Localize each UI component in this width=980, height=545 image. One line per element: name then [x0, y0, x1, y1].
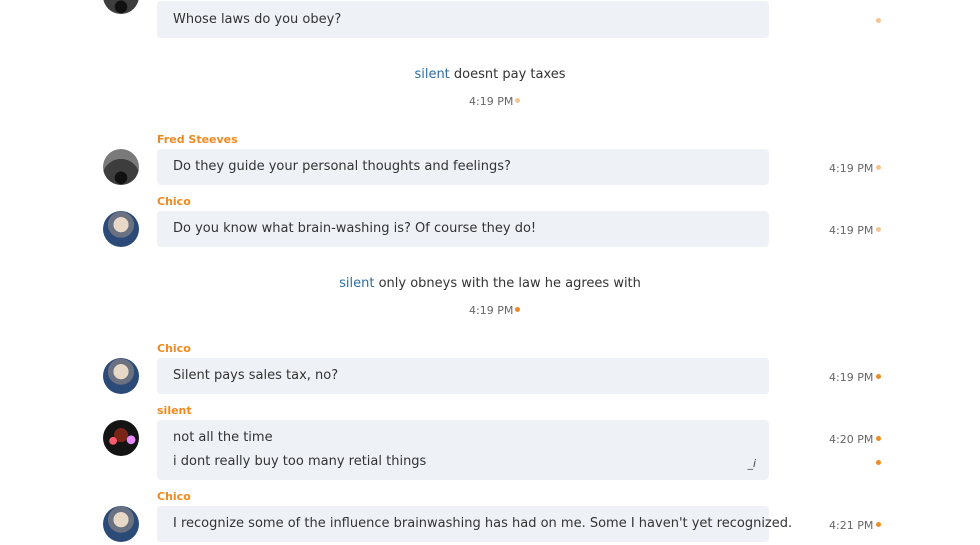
message-author[interactable]: Fred Steeves	[157, 133, 238, 146]
message-bubble: Do they guide your personal thoughts and…	[157, 149, 769, 185]
message-text: Do you know what brain-washing is? Of co…	[173, 221, 537, 236]
message-text: Silent pays sales tax, no?	[173, 368, 339, 383]
status-dot	[876, 460, 881, 465]
system-text: doesnt pay taxes	[449, 67, 566, 82]
avatar[interactable]	[103, 506, 139, 542]
avatar[interactable]	[103, 358, 139, 394]
message-author[interactable]: Chico	[157, 195, 191, 208]
system-message: silent doesnt pay taxes	[0, 67, 980, 82]
message-timestamp: 4:19 PM	[829, 162, 874, 175]
status-dot	[515, 307, 520, 312]
message-text: I recognize some of the influence brainw…	[173, 516, 793, 531]
message-bubble: Silent pays sales tax, no?	[157, 358, 769, 394]
message-timestamp: 4:20 PM	[829, 433, 874, 446]
edit-icon[interactable]: _i	[747, 457, 756, 470]
status-dot	[876, 227, 881, 232]
status-dot	[876, 374, 881, 379]
status-dot	[876, 18, 881, 23]
message-text: Whose laws do you obey?	[173, 12, 342, 27]
system-timestamp: 4:19 PM	[469, 95, 514, 108]
message-bubble: not all the time i dont really buy too m…	[157, 420, 769, 480]
message-bubble: Do you know what brain-washing is? Of co…	[157, 211, 769, 247]
system-text: only obneys with the law he agrees with	[374, 276, 641, 291]
avatar[interactable]	[103, 420, 139, 456]
system-message: silent only obneys with the law he agree…	[0, 276, 980, 291]
status-dot	[876, 165, 881, 170]
system-user-link[interactable]: silent	[414, 67, 449, 82]
message-text: not all the time	[173, 430, 273, 445]
message-bubble: I recognize some of the influence brainw…	[157, 506, 792, 542]
message-timestamp: 4:21 PM	[829, 519, 874, 532]
system-user-link[interactable]: silent	[339, 276, 374, 291]
avatar[interactable]	[103, 0, 139, 14]
message-timestamp: 4:19 PM	[829, 224, 874, 237]
message-author[interactable]: silent	[157, 404, 192, 417]
status-dot	[515, 98, 520, 103]
system-timestamp: 4:19 PM	[469, 304, 514, 317]
avatar[interactable]	[103, 149, 139, 185]
message-author[interactable]: Chico	[157, 490, 191, 503]
avatar[interactable]	[103, 211, 139, 247]
status-dot	[876, 522, 881, 527]
message-timestamp: 4:19 PM	[829, 371, 874, 384]
message-author[interactable]: Chico	[157, 342, 191, 355]
message-text: Do they guide your personal thoughts and…	[173, 159, 511, 174]
status-dot	[876, 436, 881, 441]
message-bubble: Whose laws do you obey?	[157, 1, 769, 38]
message-text: i dont really buy too many retial things	[173, 454, 427, 469]
